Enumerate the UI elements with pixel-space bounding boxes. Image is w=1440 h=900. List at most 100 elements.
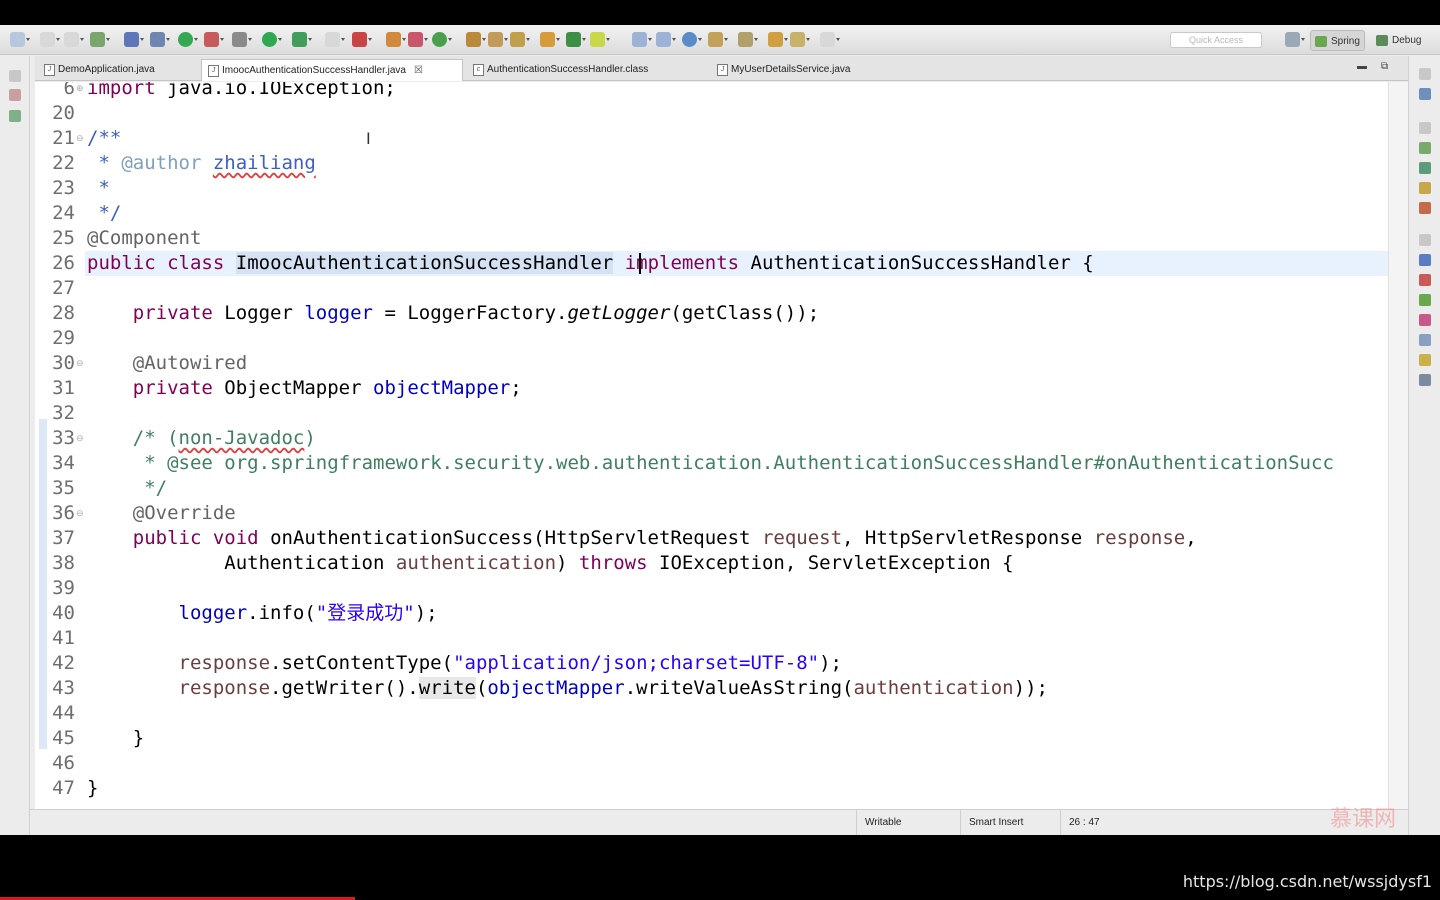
code-line-43: response.getWriter().write(objectMapper.… [87, 676, 1048, 701]
maximize-icon[interactable]: ⧉ [1381, 61, 1388, 72]
code-line-24: */ [87, 202, 122, 224]
field-name: logger [178, 602, 248, 624]
code-text: ; [510, 377, 522, 399]
console-icon[interactable] [124, 32, 144, 47]
type-hierarchy-icon[interactable] [9, 110, 21, 122]
new-class-icon[interactable] [432, 32, 452, 47]
vertical-scrollbar[interactable] [1388, 82, 1408, 809]
tab-imooc-authentication-success-handler[interactable]: J ImoocAuthenticationSuccessHandler.java ☒ [201, 59, 463, 81]
restore-icon[interactable] [1419, 234, 1431, 246]
code-line-42: response.setContentType("application/jso… [87, 651, 842, 676]
skip-breakpoints-icon[interactable] [150, 32, 170, 47]
tab-authentication-success-handler-class[interactable]: c AuthenticationSuccessHandler.class [467, 59, 707, 81]
stop-icon[interactable] [352, 32, 372, 47]
search-icon[interactable] [510, 32, 530, 47]
web-browser-icon[interactable] [682, 32, 702, 47]
call-hierarchy-icon[interactable] [1419, 374, 1431, 386]
open-type-icon[interactable] [90, 32, 110, 47]
javadoc-icon[interactable] [1419, 182, 1431, 194]
block-selection-icon[interactable] [632, 32, 652, 47]
open-task-icon[interactable] [466, 32, 486, 47]
spring-boot-icon[interactable] [178, 32, 198, 47]
tab-demo-application[interactable]: J DemoApplication.java [38, 59, 196, 81]
fold-collapse-icon[interactable]: ⊖ [76, 426, 84, 451]
fold-collapse-icon[interactable]: ⊖ [76, 126, 84, 151]
code-line-38: Authentication authentication) throws IO… [87, 551, 1013, 576]
line-number: 46 [52, 752, 75, 774]
perspective-debug[interactable]: Debug [1372, 30, 1425, 51]
show-whitespace-icon[interactable] [656, 32, 676, 47]
servers-icon[interactable] [1419, 294, 1431, 306]
new-java-project-icon[interactable] [386, 32, 406, 47]
line-number: 42 [52, 652, 75, 674]
string-literal: "application/json;charset=UTF-8" [453, 652, 820, 674]
save-all-icon[interactable] [64, 32, 84, 47]
code-editor[interactable]: 6 20 21 22 23 24 25 26 27 28 29 30 31 32… [35, 82, 1388, 809]
line-number-gutter: 6 20 21 22 23 24 25 26 27 28 29 30 31 32… [35, 82, 85, 809]
save-icon[interactable] [40, 32, 60, 47]
problems-icon[interactable] [1419, 274, 1431, 286]
restore-icon[interactable] [1419, 68, 1431, 80]
keyword: void [212, 527, 259, 549]
code-text: ( [475, 677, 488, 699]
line-number: 24 [52, 202, 75, 224]
java-file-icon: J [717, 64, 728, 76]
fold-collapse-icon[interactable]: ⊖ [76, 501, 84, 526]
minimize-icon[interactable]: ▬ [1357, 61, 1367, 72]
relaunch-icon[interactable] [204, 32, 224, 47]
progress-icon[interactable] [1419, 162, 1431, 174]
code-line-6: import java.io.IOException; [87, 82, 396, 101]
comment-open: /* ( [132, 427, 179, 449]
restore-icon[interactable] [9, 70, 21, 82]
line-number: 43 [52, 677, 75, 699]
package-explorer-icon[interactable] [9, 89, 21, 101]
class-file-icon: c [473, 64, 484, 76]
new-icon[interactable] [10, 32, 30, 47]
run-as-icon[interactable] [292, 32, 312, 47]
console-view-icon[interactable] [1419, 254, 1431, 266]
last-edit-icon[interactable] [768, 32, 788, 47]
line-number: 41 [52, 627, 75, 649]
close-icon[interactable]: ☒ [414, 65, 423, 76]
code-text: , HttpServletResponse [842, 527, 1094, 549]
source-url: https://blog.csdn.net/wssjdysf1 [1182, 872, 1432, 891]
search-view-icon[interactable] [1419, 334, 1431, 346]
fold-expand-icon[interactable]: ⊕ [76, 82, 84, 101]
right-trim-stack [1408, 56, 1440, 835]
code-text: )); [1013, 677, 1048, 699]
forward-icon[interactable] [820, 32, 840, 47]
new-package-icon[interactable] [408, 32, 428, 47]
code-text: .setContentType( [270, 652, 454, 674]
tab-my-user-details-service[interactable]: J MyUserDetailsService.java [711, 59, 911, 81]
fold-collapse-icon[interactable]: ⊖ [76, 351, 84, 376]
external-tools-icon[interactable] [232, 32, 252, 47]
junit-icon[interactable] [1419, 202, 1431, 214]
highlight-icon[interactable] [590, 32, 610, 47]
boot-dashboard-icon[interactable] [1419, 314, 1431, 326]
line-number: 23 [52, 177, 75, 199]
eclipse-window: Quick Access Spring Debug J DemoApplicati… [0, 25, 1440, 835]
history-icon[interactable] [1419, 354, 1431, 366]
restore-icon[interactable] [1419, 122, 1431, 134]
perspective-debug-label: Debug [1392, 35, 1422, 46]
annotation-icon[interactable] [566, 32, 586, 47]
outline-icon[interactable] [1419, 88, 1431, 100]
next-annotation-icon[interactable] [708, 32, 728, 47]
quick-access-input[interactable]: Quick Access [1170, 32, 1262, 48]
open-resource-icon[interactable] [488, 32, 508, 47]
perspective-spring[interactable]: Spring [1310, 30, 1365, 51]
static-method: getLogger [567, 302, 671, 324]
code-line-34: * @see org.springframework.security.web.… [87, 451, 1334, 476]
coverage-icon[interactable] [325, 32, 345, 47]
line-number: 36 [52, 502, 75, 524]
spring-explorer-icon[interactable] [1419, 142, 1431, 154]
status-cursor-position: 26 : 47 [1060, 810, 1156, 835]
open-perspective-icon[interactable] [1285, 32, 1305, 47]
back-icon[interactable] [790, 32, 810, 47]
toggle-mark-icon[interactable] [540, 32, 560, 47]
line-number: 33 [52, 427, 75, 449]
previous-annotation-icon[interactable] [738, 32, 758, 47]
line-number: 35 [52, 477, 75, 499]
line-number: 47 [52, 777, 75, 799]
run-icon[interactable] [262, 32, 282, 47]
